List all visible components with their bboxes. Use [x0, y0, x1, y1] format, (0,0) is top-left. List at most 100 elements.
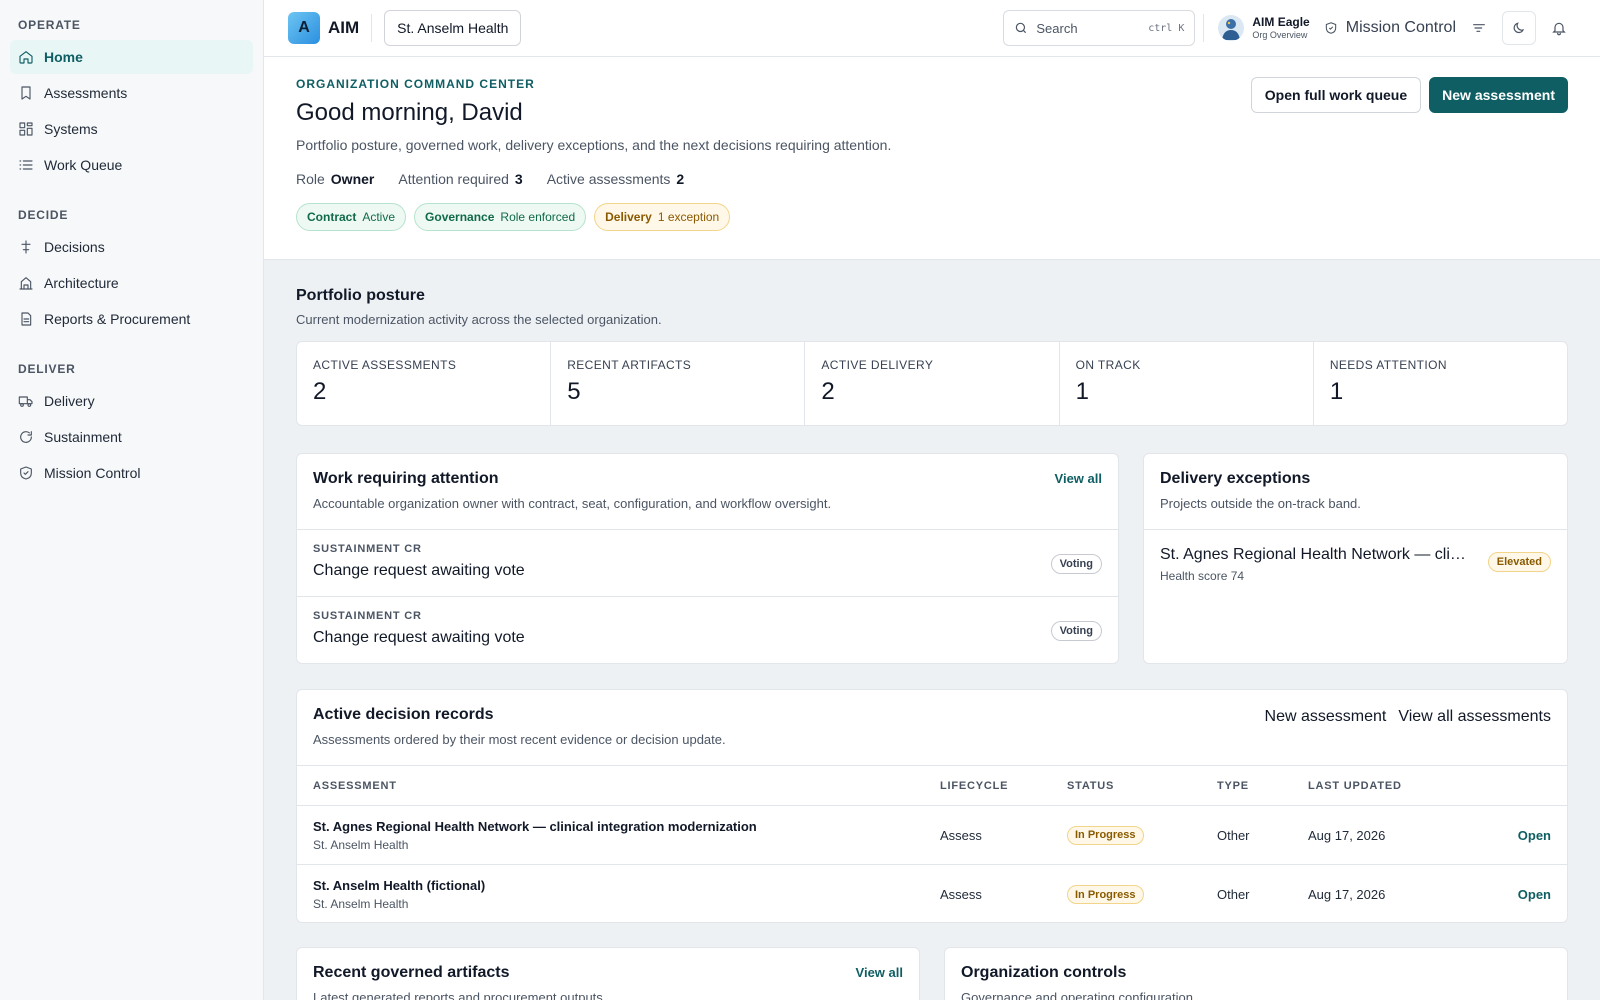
- card-title: Work requiring attention: [313, 470, 499, 487]
- user-context: Org Overview: [1252, 30, 1308, 40]
- table-row[interactable]: St. Anselm Health (fictional) St. Anselm …: [297, 865, 1567, 922]
- moon-icon: [1513, 22, 1525, 34]
- sidebar-item-label: Systems: [44, 121, 98, 137]
- stat-active-delivery[interactable]: ACTIVE DELIVERY 2: [805, 342, 1060, 425]
- org-switcher-button[interactable]: St. Anselm Health: [384, 10, 522, 46]
- header-divider: [371, 14, 373, 42]
- open-link[interactable]: Open: [1518, 887, 1551, 902]
- nav-section-decide: DECIDE: [18, 208, 69, 222]
- sidebar-item-label: Reports & Procurement: [44, 311, 191, 327]
- sidebar-item-label: Mission Control: [44, 465, 141, 481]
- meta-active: Active assessments 2: [546, 171, 685, 187]
- new-assessment-link[interactable]: New assessment: [1265, 708, 1387, 726]
- bookmark-icon: [21, 86, 31, 100]
- theme-toggle-button[interactable]: [1502, 11, 1536, 45]
- card-description: Assessments ordered by their most recent…: [313, 732, 726, 747]
- sidebar-item-mission-control[interactable]: Mission Control: [10, 456, 253, 490]
- posture-stats: ACTIVE ASSESSMENTS 2 RECENT ARTIFACTS 5 AC…: [296, 341, 1568, 426]
- user-name: AIM Eagle: [1252, 15, 1310, 29]
- section-description: Current modernization activity across th…: [296, 312, 662, 327]
- list-icon: [19, 160, 33, 170]
- list-item[interactable]: St. Agnes Regional Health Network — clin…: [1144, 530, 1567, 599]
- decision-links: New assessment View all assessments: [1253, 708, 1551, 726]
- list-item[interactable]: SUSTAINMENT CR Change request awaiting v…: [297, 530, 1118, 597]
- sidebar-item-systems[interactable]: Systems: [10, 112, 253, 146]
- sidebar-item-work-queue[interactable]: Work Queue: [10, 148, 253, 182]
- header-divider: [1203, 14, 1205, 42]
- sidebar-item-home[interactable]: Home: [10, 40, 253, 74]
- sidebar-item-label: Architecture: [44, 275, 119, 291]
- filter-lines-icon: [1473, 24, 1485, 32]
- main-content: Portfolio posture Current modernization …: [296, 260, 1568, 426]
- refresh-icon: [20, 431, 32, 443]
- search-icon: [1016, 22, 1027, 34]
- card-description: Projects outside the on-track band.: [1160, 496, 1361, 511]
- sidebar-item-delivery[interactable]: Delivery: [10, 384, 253, 418]
- building-icon: [19, 277, 33, 290]
- status-badge: In Progress: [1067, 825, 1144, 845]
- mission-control-label: Mission Control: [1345, 19, 1456, 36]
- table-header: ASSESSMENT LIFECYCLE STATUS TYPE LAST UP…: [297, 766, 1567, 806]
- view-all-assessments-link[interactable]: View all assessments: [1398, 708, 1551, 726]
- app-logo[interactable]: A: [288, 12, 320, 44]
- recent-artifacts-card: Recent governed artifacts Latest generat…: [296, 947, 920, 1000]
- status-badge: Voting: [1050, 621, 1102, 641]
- status-badge-governance: Governance Role enforced: [414, 203, 587, 231]
- notifications-button[interactable]: [1542, 11, 1576, 45]
- avatar: [1218, 15, 1245, 41]
- view-all-artifacts-link[interactable]: View all: [856, 965, 903, 980]
- nav-section-deliver: DELIVER: [18, 362, 76, 376]
- meta-attention: Attention required 3: [398, 171, 523, 187]
- delivery-exceptions-card: Delivery exceptions Projects outside the…: [1143, 453, 1568, 664]
- filter-menu-button[interactable]: [1462, 11, 1496, 45]
- bell-icon: [1552, 22, 1566, 36]
- status-badge-contract: Contract Active: [296, 203, 407, 231]
- card-title: Delivery exceptions: [1160, 470, 1311, 487]
- organization-controls-card: Organization controls Governance and ope…: [944, 947, 1568, 1000]
- sidebar-item-sustainment[interactable]: Sustainment: [10, 420, 253, 454]
- file-icon: [21, 312, 32, 326]
- meta-role: Role Owner: [296, 171, 375, 187]
- command-center-hero: ORGANIZATION COMMAND CENTER Good morning…: [264, 57, 1600, 260]
- card-title: Recent governed artifacts: [313, 964, 510, 981]
- sidebar-item-label: Delivery: [44, 393, 95, 409]
- sidebar-item-label: Sustainment: [44, 429, 122, 445]
- work-requiring-attention-card: Work requiring attention Accountable org…: [296, 453, 1119, 664]
- list-item[interactable]: SUSTAINMENT CR Change request awaiting v…: [297, 597, 1118, 663]
- stat-active-assessments[interactable]: ACTIVE ASSESSMENTS 2: [297, 342, 552, 425]
- new-assessment-button[interactable]: New assessment: [1429, 77, 1568, 113]
- shield-icon: [20, 466, 32, 480]
- sidebar: OPERATE Home Assessments Systems Work Qu…: [0, 0, 264, 1000]
- search-placeholder: Search: [1036, 20, 1078, 36]
- sidebar-item-label: Assessments: [44, 85, 128, 101]
- hero-actions: Open full work queue New assessment: [1250, 77, 1568, 113]
- sidebar-item-decisions[interactable]: Decisions: [10, 230, 253, 264]
- hero-meta: Role Owner Attention required 3 Active ass…: [296, 171, 1568, 187]
- grid-icon: [19, 122, 33, 136]
- table-row[interactable]: St. Agnes Regional Health Network — clin…: [297, 806, 1567, 865]
- home-icon: [19, 51, 33, 64]
- stat-needs-attention[interactable]: NEEDS ATTENTION 1: [1314, 342, 1567, 425]
- sidebar-item-architecture[interactable]: Architecture: [10, 266, 253, 300]
- page-description: Portfolio posture, governed work, delive…: [296, 137, 892, 153]
- open-work-queue-button[interactable]: Open full work queue: [1250, 77, 1422, 113]
- mission-control-link[interactable]: Mission Control: [1324, 19, 1456, 37]
- open-link[interactable]: Open: [1518, 828, 1551, 843]
- sidebar-item-reports[interactable]: Reports & Procurement: [10, 302, 253, 336]
- nav-section-operate: OPERATE: [18, 18, 81, 32]
- view-all-work-link[interactable]: View all: [1055, 471, 1102, 486]
- app-name: AIM: [328, 18, 360, 37]
- status-pills: Contract Active Governance Role enforced D…: [296, 203, 1568, 231]
- active-decision-records-card: Active decision records Assessments orde…: [296, 689, 1568, 923]
- sidebar-item-label: Work Queue: [44, 157, 123, 173]
- search-input[interactable]: Search ctrl K: [1003, 10, 1196, 46]
- user-menu[interactable]: AIM Eagle Org Overview: [1218, 15, 1310, 41]
- truck-icon: [18, 396, 33, 407]
- stat-on-track[interactable]: ON TRACK 1: [1060, 342, 1314, 425]
- status-badge-delivery: Delivery 1 exception: [594, 203, 731, 231]
- shield-icon: [1325, 22, 1336, 34]
- section-title: Portfolio posture: [296, 287, 425, 304]
- sidebar-item-assessments[interactable]: Assessments: [10, 76, 253, 110]
- stat-recent-artifacts[interactable]: RECENT ARTIFACTS 5: [551, 342, 806, 425]
- card-title: Organization controls: [961, 964, 1127, 981]
